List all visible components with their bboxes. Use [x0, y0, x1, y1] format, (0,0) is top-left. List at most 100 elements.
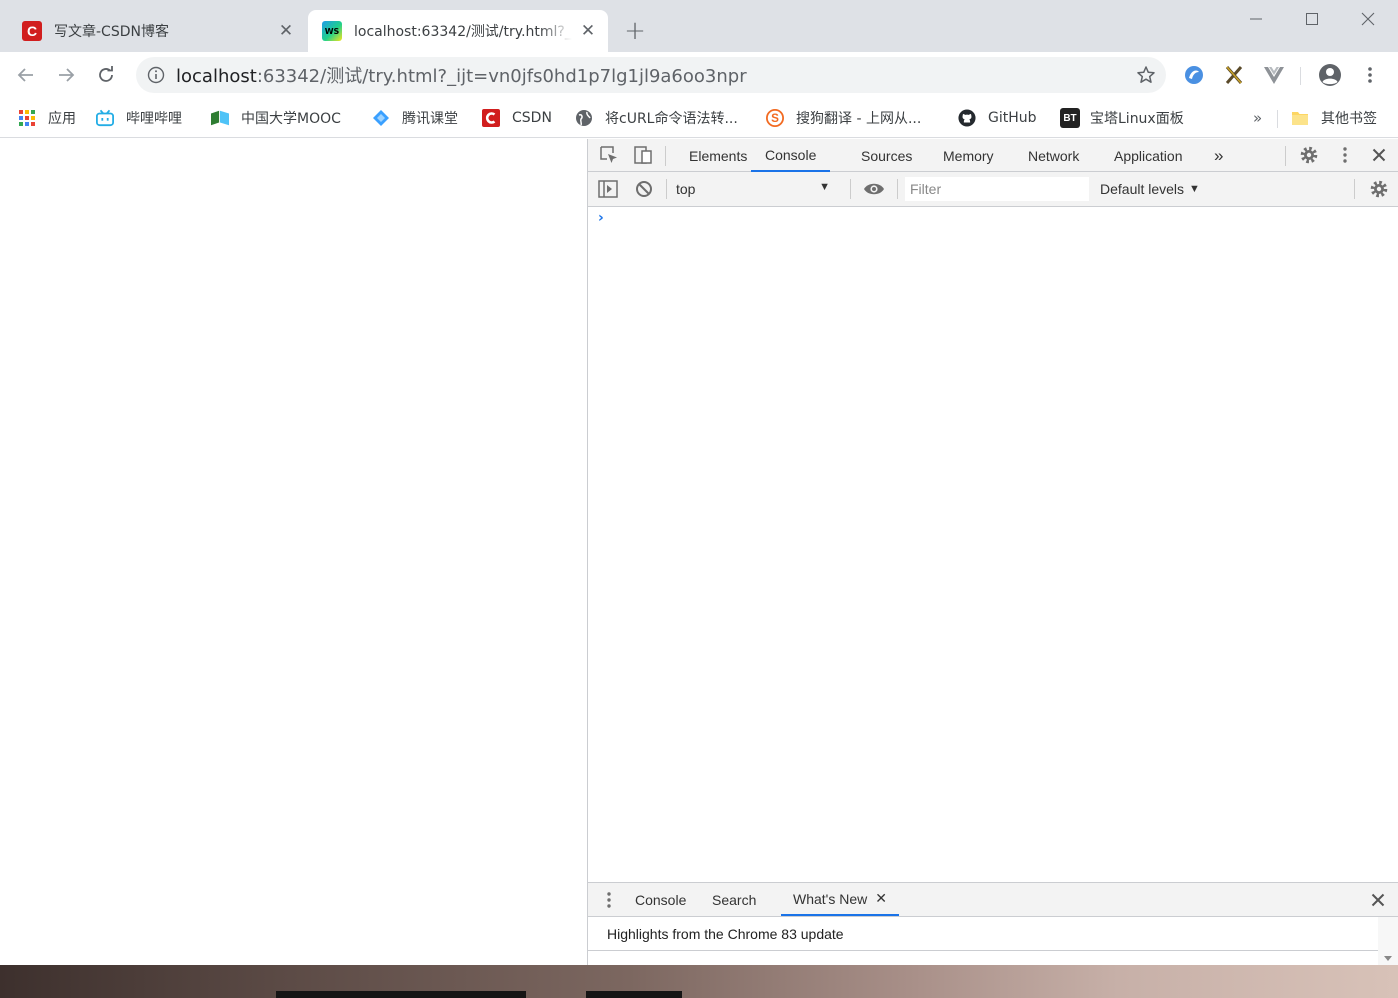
bookmark-star-button[interactable]: [1126, 65, 1166, 85]
drawer-close-button[interactable]: [1366, 888, 1390, 912]
gear-icon: [1300, 146, 1318, 164]
minimize-icon: [1250, 18, 1262, 20]
drawer-menu-button[interactable]: [597, 888, 621, 912]
show-sidebar-button[interactable]: [596, 177, 620, 201]
close-icon[interactable]: ✕: [875, 890, 887, 907]
bookmark-bilibili[interactable]: 哔哩哔哩: [96, 104, 182, 132]
separator: [897, 179, 898, 199]
scrollbar[interactable]: [1378, 917, 1398, 965]
bookmark-github[interactable]: GitHub: [958, 104, 1037, 132]
site-info-icon[interactable]: [136, 66, 176, 84]
devtools-panel: Elements Console Sources Memory Network …: [587, 139, 1398, 965]
close-icon: [1372, 148, 1386, 162]
tab-application[interactable]: Application: [1114, 139, 1183, 172]
bookmarks-bar: 应用 哔哩哔哩 中国大学MOOC 腾讯课堂 CSDN 将cURL命令语法转...…: [0, 98, 1398, 138]
taskbar-shadow: [586, 991, 682, 998]
devtools-close-button[interactable]: [1367, 143, 1391, 167]
tab-strip: C 写文章-CSDN博客 ✕ WS localhost:63342/测试/try…: [0, 0, 1398, 52]
more-tabs-button[interactable]: »: [1214, 139, 1223, 172]
console-prompt-icon[interactable]: ›: [598, 210, 604, 226]
bookmark-label: 其他书签: [1321, 111, 1377, 127]
forward-button[interactable]: [51, 60, 81, 90]
inspect-element-button[interactable]: [597, 143, 621, 167]
tab-close-icon[interactable]: ✕: [578, 21, 598, 41]
close-window-button[interactable]: [1340, 0, 1396, 38]
context-selector[interactable]: top ▼: [676, 178, 840, 200]
extension-button[interactable]: [1221, 62, 1247, 88]
bookmark-bt-panel[interactable]: BT 宝塔Linux面板: [1060, 104, 1184, 132]
drawer-tab-whats-new[interactable]: What's New ✕: [781, 883, 899, 916]
whats-new-panel: Highlights from the Chrome 83 update: [588, 917, 1398, 951]
filter-input[interactable]: Filter: [905, 177, 1089, 201]
tab-console[interactable]: Console: [751, 139, 831, 172]
eye-icon: [864, 183, 884, 195]
minimize-button[interactable]: [1228, 0, 1284, 38]
avatar-icon: [1319, 64, 1341, 86]
bookmark-label: 腾讯课堂: [402, 111, 458, 127]
taskbar-shadow: [276, 991, 526, 998]
profile-button[interactable]: [1316, 61, 1344, 89]
bookmark-curl[interactable]: 将cURL命令语法转...: [575, 104, 738, 132]
separator: [1285, 146, 1286, 166]
browser-menu-button[interactable]: [1357, 62, 1383, 88]
device-toolbar-button[interactable]: [631, 143, 655, 167]
drawer-tab-bar: Console Search What's New ✕: [588, 882, 1398, 917]
reload-icon: [99, 66, 113, 82]
live-expression-button[interactable]: [862, 177, 886, 201]
reload-button[interactable]: [91, 60, 121, 90]
maximize-button[interactable]: [1284, 0, 1340, 38]
extension-button[interactable]: [1181, 62, 1207, 88]
tab-sources[interactable]: Sources: [861, 139, 912, 172]
clear-console-button[interactable]: [632, 177, 656, 201]
new-tab-button[interactable]: +: [620, 16, 650, 46]
bookmark-tencent-class[interactable]: 腾讯课堂: [372, 104, 458, 132]
kebab-menu-icon: [607, 892, 611, 908]
drawer-tab-label: What's New: [793, 890, 868, 907]
bookmark-other-folder[interactable]: 其他书签: [1291, 104, 1377, 132]
bilibili-icon: [96, 109, 114, 127]
toolbar-divider: [1300, 67, 1301, 85]
devtools-menu-button[interactable]: [1333, 143, 1357, 167]
bookmark-apps[interactable]: 应用: [18, 104, 76, 132]
console-settings-button[interactable]: [1367, 177, 1391, 201]
separator: [1354, 179, 1355, 199]
github-icon: [958, 109, 976, 127]
browser-tab-localhost[interactable]: WS localhost:63342/测试/try.html?_ijt=vn0j…: [308, 10, 608, 52]
maximize-icon: [1306, 13, 1318, 25]
devtools-settings-button[interactable]: [1297, 143, 1321, 167]
tab-elements[interactable]: Elements: [689, 139, 747, 172]
tab-close-icon[interactable]: ✕: [276, 21, 296, 41]
url-text[interactable]: localhost:63342/测试/try.html?_ijt=vn0jfs0…: [176, 62, 1126, 88]
extension-swirl-icon: [1185, 66, 1203, 84]
bookmark-csdn[interactable]: CSDN: [482, 104, 552, 132]
globe-icon: [575, 109, 593, 127]
drawer-tab-console[interactable]: Console: [635, 883, 686, 916]
desktop-taskbar: [0, 965, 1398, 998]
extension-button[interactable]: [1261, 62, 1287, 88]
sidebar-toggle-icon: [598, 180, 618, 198]
kebab-menu-icon: [1343, 147, 1347, 163]
drawer-tab-search[interactable]: Search: [712, 883, 756, 916]
back-button[interactable]: [11, 60, 41, 90]
gear-icon: [1370, 180, 1388, 198]
arrow-right-icon: [59, 68, 75, 82]
folder-icon: [1291, 109, 1309, 127]
svg-text:S: S: [771, 112, 779, 125]
vue-devtools-icon: [1264, 67, 1284, 84]
tab-title: localhost:63342/测试/try.html?_ijt=vn0jfs0…: [354, 24, 572, 40]
bookmarks-overflow-button[interactable]: »: [1253, 104, 1262, 132]
whats-new-headline: Highlights from the Chrome 83 update: [607, 925, 844, 942]
console-output[interactable]: ›: [588, 207, 1398, 882]
page-viewport: [0, 139, 587, 965]
address-bar[interactable]: localhost:63342/测试/try.html?_ijt=vn0jfs0…: [136, 57, 1166, 93]
browser-tab-csdn[interactable]: C 写文章-CSDN博客 ✕: [0, 10, 306, 52]
scroll-down-arrow-icon[interactable]: [1383, 955, 1393, 963]
tab-network[interactable]: Network: [1028, 139, 1079, 172]
bookmark-sogou[interactable]: S 搜狗翻译 - 上网从...: [766, 104, 921, 132]
tab-memory[interactable]: Memory: [943, 139, 994, 172]
tencent-class-icon: [372, 109, 390, 127]
devtools-tab-bar: Elements Console Sources Memory Network …: [588, 139, 1398, 172]
log-levels-dropdown[interactable]: Default levels ▼: [1100, 178, 1200, 200]
bookmark-mooc[interactable]: 中国大学MOOC: [211, 104, 341, 132]
inspect-cursor-icon: [600, 146, 617, 163]
